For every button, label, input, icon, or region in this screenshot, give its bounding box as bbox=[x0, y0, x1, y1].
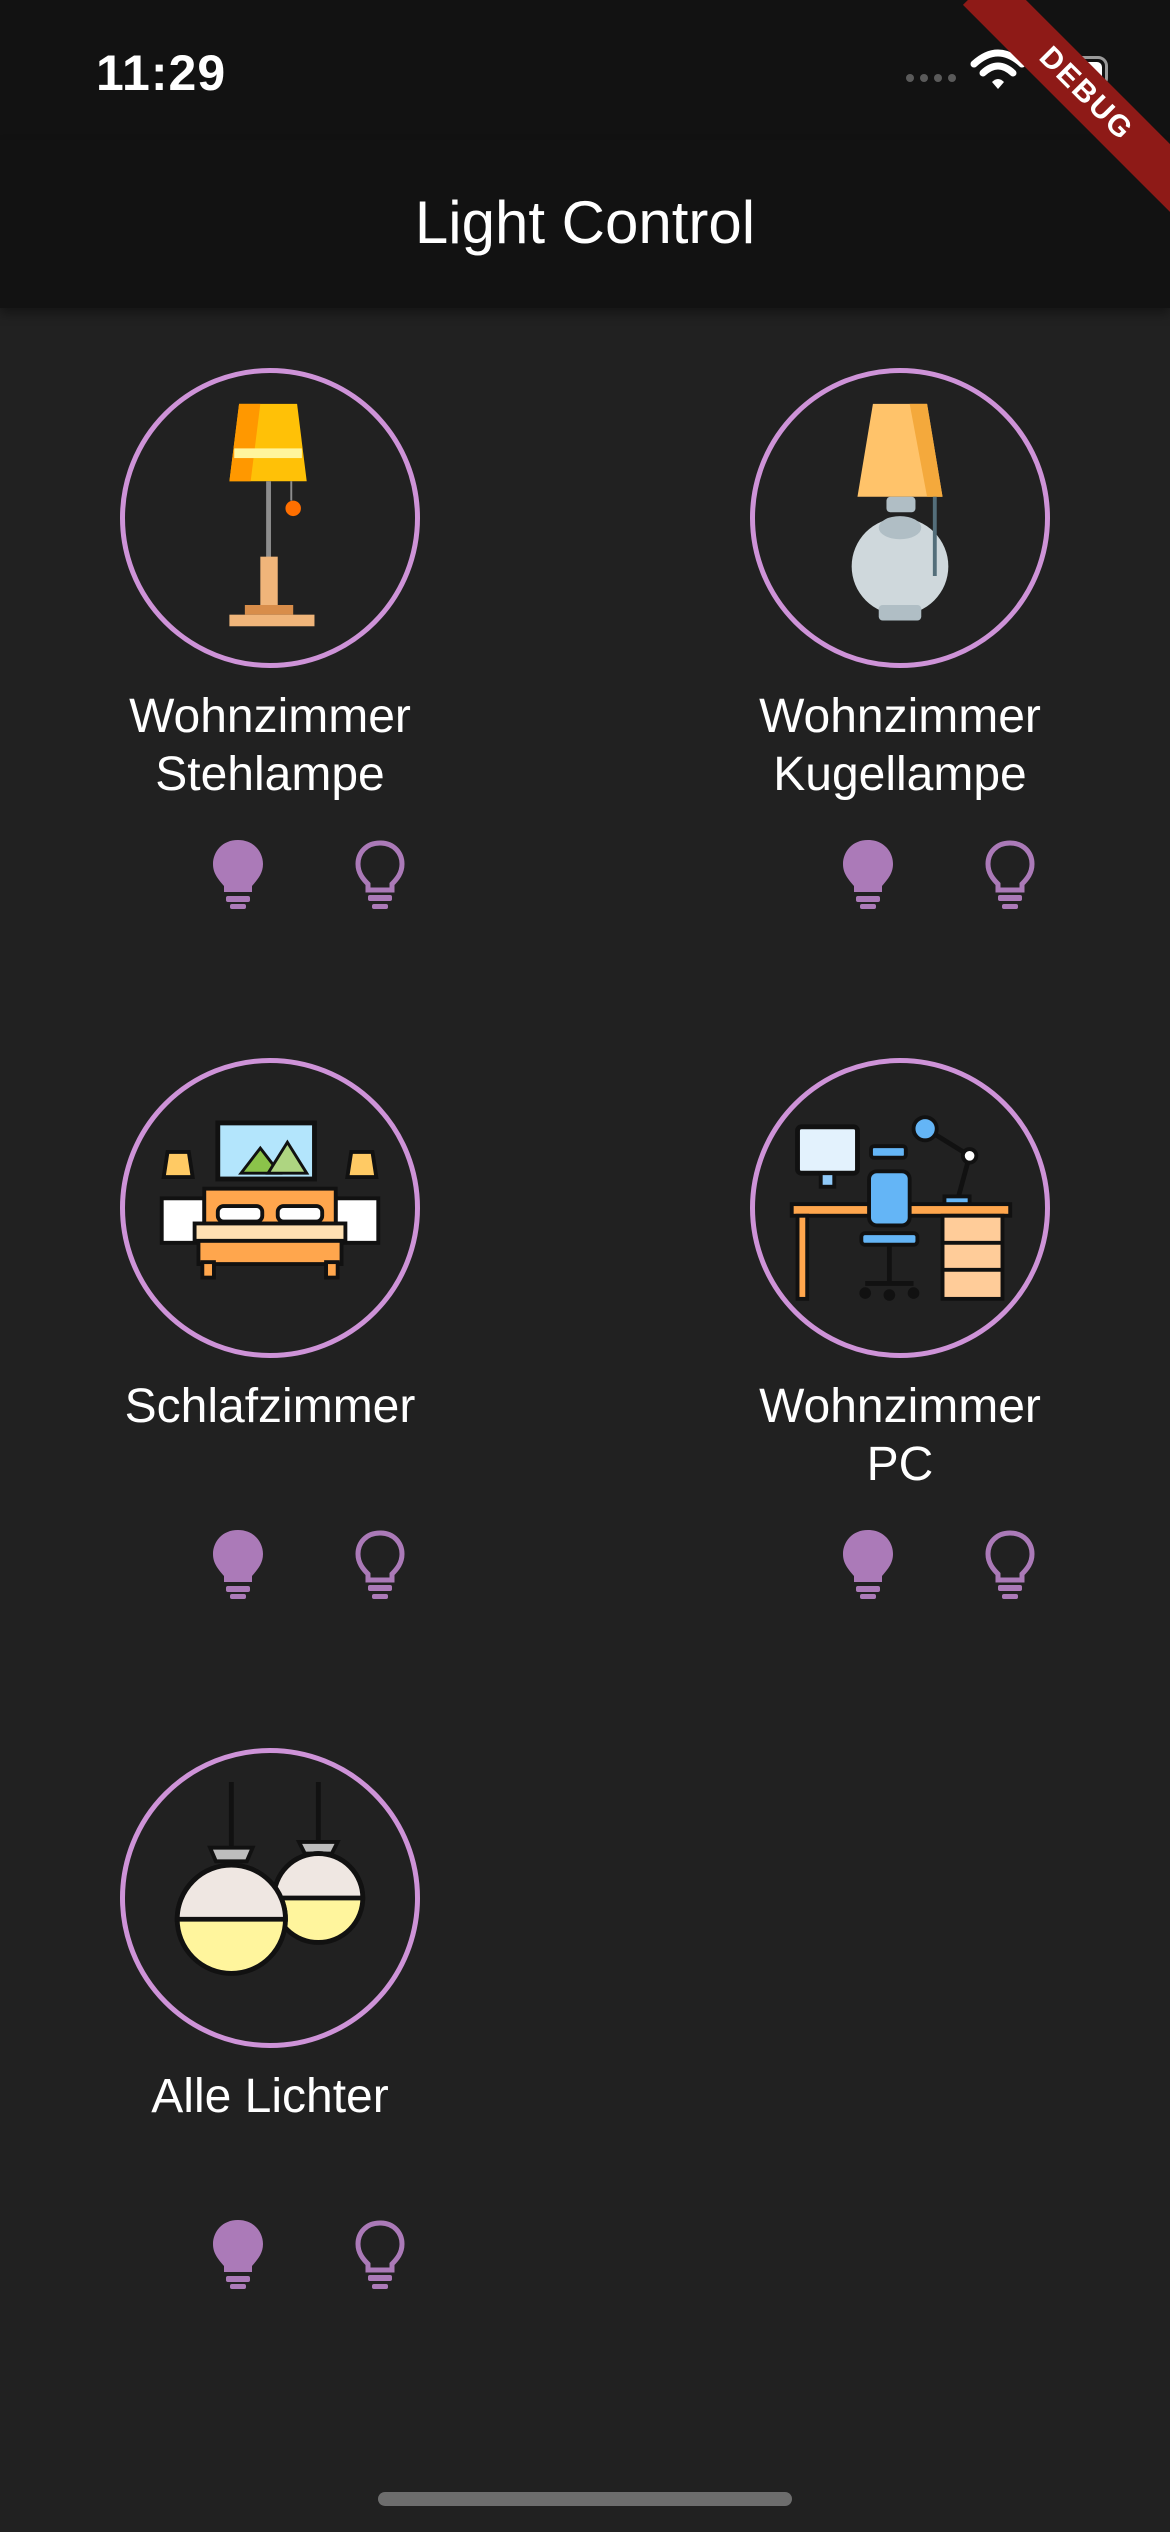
light-name: Wohnzimmer PC bbox=[759, 1380, 1041, 1491]
light-tile-wohnzimmer-pc: Wohnzimmer PC bbox=[700, 1058, 1100, 1618]
desk-workspace-icon bbox=[789, 1115, 1013, 1301]
light-off-button[interactable] bbox=[982, 1528, 1038, 1600]
lightbulb-filled-icon bbox=[213, 2220, 263, 2289]
light-tile-wohnzimmer-stehlampe: Wohnzimmer Stehlampe bbox=[70, 368, 470, 928]
light-on-button[interactable] bbox=[210, 2218, 266, 2290]
bedroom-icon bbox=[159, 1120, 381, 1280]
cellular-signal-icon bbox=[906, 74, 956, 82]
lightbulb-outline-icon bbox=[355, 2220, 405, 2289]
lightbulb-filled-icon bbox=[213, 1530, 263, 1599]
app-bar: Light Control bbox=[0, 140, 1170, 308]
light-tile-schlafzimmer: Schlafzimmer bbox=[70, 1058, 470, 1618]
lightbulb-filled-icon bbox=[843, 1530, 893, 1599]
light-off-button[interactable] bbox=[352, 838, 408, 910]
page-title: Light Control bbox=[414, 189, 756, 256]
light-on-button[interactable] bbox=[210, 1528, 266, 1600]
light-avatar[interactable] bbox=[120, 1748, 420, 2048]
table-lamp-icon bbox=[851, 403, 949, 621]
lightbulb-filled-icon bbox=[213, 840, 263, 909]
light-off-button[interactable] bbox=[352, 1528, 408, 1600]
lightbulb-outline-icon bbox=[355, 1530, 405, 1599]
light-on-button[interactable] bbox=[840, 1528, 896, 1600]
lightbulb-outline-icon bbox=[985, 1530, 1035, 1599]
light-off-button[interactable] bbox=[352, 2218, 408, 2290]
lightbulb-outline-icon bbox=[355, 840, 405, 909]
floor-lamp-icon bbox=[229, 403, 315, 627]
light-tile-alle-lichter: Alle Lichter bbox=[70, 1748, 470, 2308]
pendant-lamps-icon bbox=[174, 1782, 366, 1976]
light-name: Wohnzimmer Stehlampe bbox=[129, 690, 411, 801]
status-time: 11:29 bbox=[96, 45, 227, 101]
light-avatar[interactable] bbox=[120, 1058, 420, 1358]
light-avatar[interactable] bbox=[120, 368, 420, 668]
lightbulb-outline-icon bbox=[985, 840, 1035, 909]
lightbulb-filled-icon bbox=[843, 840, 893, 909]
light-avatar[interactable] bbox=[750, 1058, 1050, 1358]
light-off-button[interactable] bbox=[982, 838, 1038, 910]
light-on-button[interactable] bbox=[840, 838, 896, 910]
home-indicator[interactable] bbox=[378, 2492, 792, 2506]
light-name: Schlafzimmer bbox=[124, 1380, 416, 1433]
light-name: Alle Lichter bbox=[151, 2070, 389, 2123]
light-name: Wohnzimmer Kugellampe bbox=[759, 690, 1041, 801]
light-avatar[interactable] bbox=[750, 368, 1050, 668]
light-on-button[interactable] bbox=[210, 838, 266, 910]
light-tile-wohnzimmer-kugellampe: Wohnzimmer Kugellampe bbox=[700, 368, 1100, 928]
